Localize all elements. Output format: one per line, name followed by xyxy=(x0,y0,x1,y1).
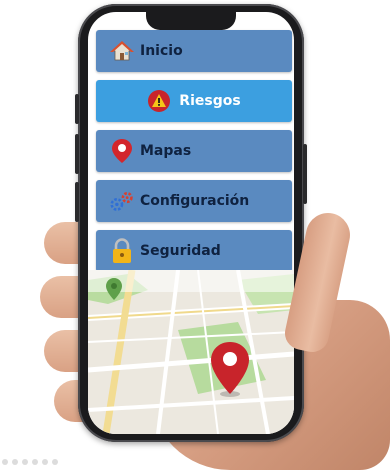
menu-item-riesgos[interactable]: Riesgos xyxy=(96,80,292,122)
settings-gears-icon xyxy=(110,189,134,213)
phone-notch xyxy=(146,12,236,30)
menu-item-inicio[interactable]: Inicio xyxy=(96,30,292,72)
lock-icon xyxy=(110,238,134,263)
menu-item-label: Seguridad xyxy=(140,243,221,259)
phone-side-button xyxy=(75,94,79,124)
phone-volume-down xyxy=(75,182,79,222)
map-pin-icon xyxy=(110,139,134,163)
menu-item-label: Riesgos xyxy=(179,93,241,109)
menu-item-label: Inicio xyxy=(140,43,183,59)
corner-dots xyxy=(2,459,58,465)
phone-screen: Inicio Riesgos Mapas Configuración Segur… xyxy=(88,12,294,434)
map-view[interactable] xyxy=(88,269,294,434)
menu-item-label: Configuración xyxy=(140,193,250,209)
menu-item-label: Mapas xyxy=(140,143,192,159)
warning-icon xyxy=(147,89,171,113)
menu-item-seguridad[interactable]: Seguridad xyxy=(96,230,292,272)
phone-power-button xyxy=(303,144,307,204)
phone-volume-up xyxy=(75,134,79,174)
map-graphic xyxy=(88,269,294,434)
home-icon xyxy=(110,39,134,63)
phone: Inicio Riesgos Mapas Configuración Segur… xyxy=(75,4,307,442)
menu-item-configuracion[interactable]: Configuración xyxy=(96,180,292,222)
menu-item-mapas[interactable]: Mapas xyxy=(96,130,292,172)
